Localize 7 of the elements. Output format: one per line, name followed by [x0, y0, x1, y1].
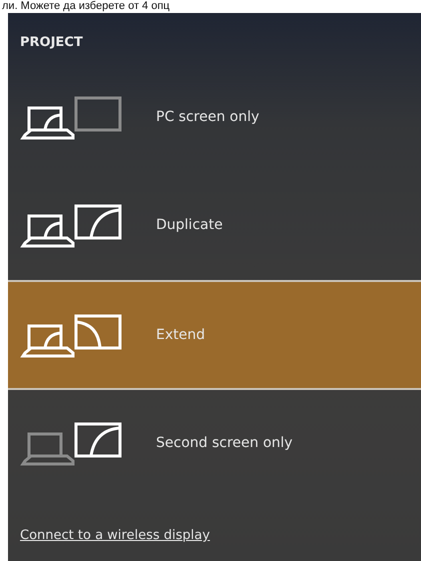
- project-option[interactable]: Duplicate: [8, 172, 421, 280]
- project-option[interactable]: PC screen only: [8, 64, 421, 172]
- wireless-display-link[interactable]: Connect to a wireless display: [20, 528, 210, 543]
- project-option[interactable]: Extend: [8, 280, 421, 390]
- panel-title: PROJECT: [19, 34, 84, 50]
- project-option[interactable]: Second screen only: [8, 390, 421, 498]
- caption-text: ли. Можете да изберете от 4 опц: [1, 0, 170, 13]
